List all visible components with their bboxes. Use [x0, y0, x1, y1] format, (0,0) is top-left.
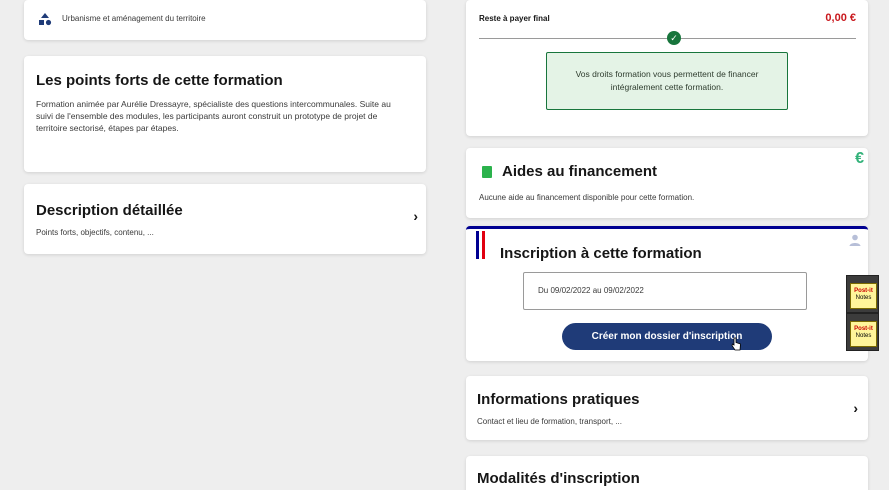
- theme-label: Urbanisme et aménagement du territoire: [62, 14, 206, 23]
- reste-a-payer-label: Reste à payer final: [479, 14, 550, 23]
- postit-brand: Post-it: [854, 288, 873, 294]
- aides-subtitle: Aucune aide au financement disponible po…: [479, 193, 695, 202]
- postit-pad: Post-it Notes: [850, 321, 877, 347]
- success-message: Vos droits formation vous permettent de …: [575, 69, 759, 92]
- aides-title: Aides au financement: [502, 163, 658, 180]
- postit-label: Notes: [855, 295, 872, 301]
- user-icon: [849, 234, 861, 246]
- points-forts-text: Formation animée par Aurélie Dressayre, …: [36, 99, 391, 133]
- postit-label: Notes: [855, 333, 872, 339]
- modalites-card[interactable]: Modalités d'inscription: [466, 456, 868, 490]
- description-card[interactable]: Description détaillée Points forts, obje…: [24, 184, 426, 254]
- payment-card: Reste à payer final 0,00 € ✓ Vos droits …: [466, 0, 868, 136]
- flag-stripe-blue: [476, 231, 479, 259]
- points-forts-title: Les points forts de cette formation: [36, 72, 283, 89]
- session-date-select[interactable]: Du 09/02/2022 au 09/02/2022: [523, 272, 807, 310]
- postit-brand: Post-it: [854, 326, 873, 332]
- inscription-card: Inscription à cette formation Du 09/02/2…: [466, 226, 868, 361]
- postit-notes-icon[interactable]: Post-it Notes: [846, 313, 879, 351]
- modalites-title: Modalités d'inscription: [477, 470, 640, 487]
- postit-notes-icon[interactable]: Post-it Notes: [846, 275, 879, 313]
- informations-pratiques-card[interactable]: Informations pratiques Contact et lieu d…: [466, 376, 868, 440]
- postit-pad: Post-it Notes: [850, 283, 877, 309]
- reste-a-payer-value: 0,00 €: [825, 12, 856, 24]
- flag-stripe-red: [482, 231, 485, 259]
- check-circle-icon: ✓: [667, 31, 681, 45]
- description-subtitle: Points forts, objectifs, contenu, ...: [36, 228, 154, 237]
- points-forts-card: Les points forts de cette formation Form…: [24, 56, 426, 172]
- shapes-icon: [39, 13, 52, 26]
- chevron-right-icon[interactable]: ›: [413, 208, 418, 224]
- infos-subtitle: Contact et lieu de formation, transport,…: [477, 417, 622, 426]
- aides-card: Aides au financement Aucune aide au fina…: [466, 148, 868, 218]
- theme-card: Urbanisme et aménagement du territoire: [24, 0, 426, 40]
- document-icon: [482, 166, 492, 178]
- infos-title: Informations pratiques: [477, 391, 640, 408]
- description-title: Description détaillée: [36, 202, 183, 219]
- success-alert: Vos droits formation vous permettent de …: [546, 52, 788, 110]
- hand-cursor-icon: [731, 337, 741, 351]
- chevron-right-icon[interactable]: ›: [853, 400, 858, 416]
- euro-icon: €: [855, 150, 864, 167]
- inscription-title: Inscription à cette formation: [500, 245, 702, 262]
